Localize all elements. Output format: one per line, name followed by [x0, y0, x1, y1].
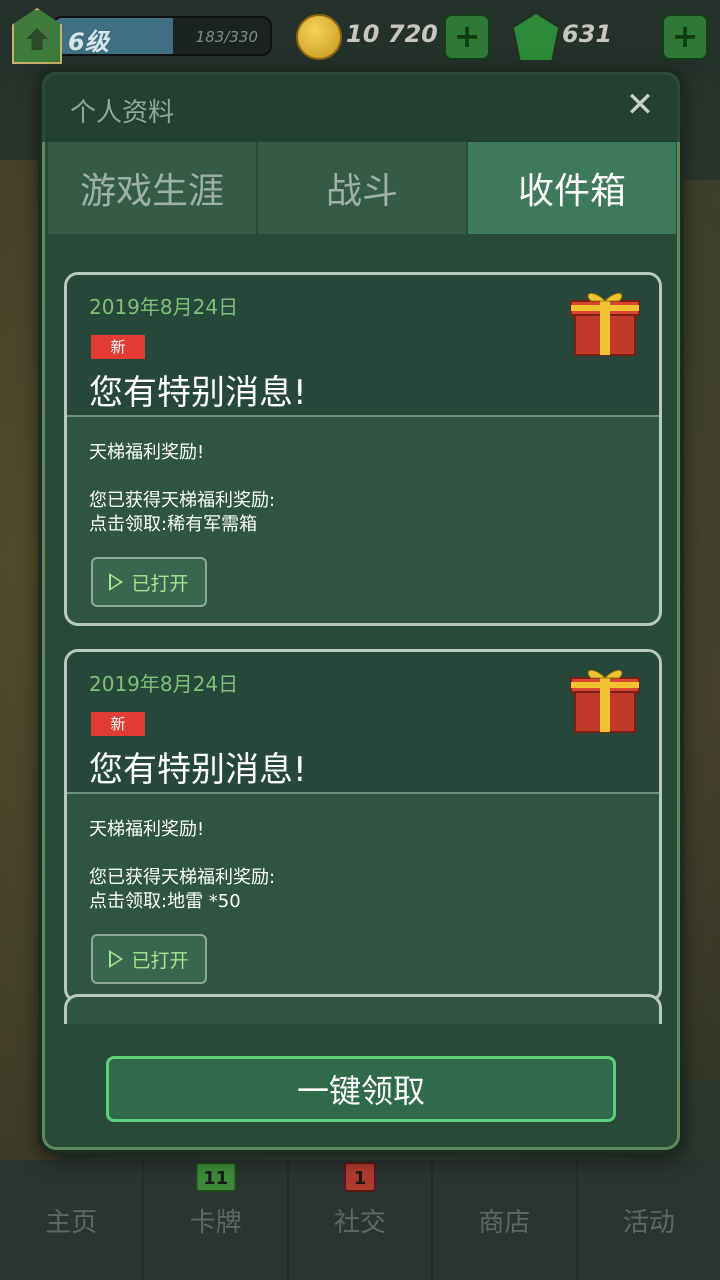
nav-cards-label: 卡牌 — [189, 1207, 242, 1238]
level-label: 6级 — [68, 28, 109, 56]
claim-all-button[interactable]: 一键领取 — [106, 1056, 616, 1122]
play-icon — [109, 573, 124, 591]
add-gems-button[interactable]: + — [662, 14, 708, 60]
gift-box-icon — [570, 293, 640, 356]
tab-battle[interactable]: 战斗 — [258, 142, 468, 234]
message-date: 2019年8月24日 — [89, 295, 239, 319]
message-line: 点击领取:地雷 *50 — [89, 891, 241, 912]
profile-tabs: 游戏生涯 战斗 收件箱 — [48, 142, 676, 234]
gem-icon — [514, 14, 558, 60]
coin-icon — [296, 14, 342, 60]
xp-text: 183/330 — [195, 28, 258, 46]
opened-button-label: 已打开 — [131, 949, 189, 972]
nav-social[interactable]: 1 社交 — [289, 1160, 434, 1280]
new-badge: 新 — [91, 335, 145, 359]
modal-title: 个人资料 — [70, 98, 175, 128]
top-hud: 6级 183/330 10 720 + 631 + — [0, 0, 720, 78]
profile-modal: 个人资料 ✕ 游戏生涯 战斗 收件箱 2019年8月24日 新 您有特别消息! — [38, 68, 684, 1154]
message-title: 您有特别消息! — [89, 373, 307, 413]
coin-amount: 10 720 — [346, 20, 438, 48]
opened-button[interactable]: 已打开 — [91, 934, 207, 984]
bottom-nav: 主页 11 卡牌 1 社交 商店 活动 — [0, 1160, 720, 1280]
inbox-list[interactable]: 2019年8月24日 新 您有特别消息! 天梯福利奖励! 您已获得天梯福利奖励:… — [48, 234, 676, 1024]
message-line: 点击领取:稀有军需箱 — [89, 514, 258, 535]
nav-home-label: 主页 — [45, 1207, 98, 1238]
add-coins-button[interactable]: + — [444, 14, 490, 60]
message-title: 您有特别消息! — [89, 750, 307, 790]
play-icon — [109, 950, 124, 968]
tab-inbox[interactable]: 收件箱 — [468, 142, 676, 234]
opened-button[interactable]: 已打开 — [91, 557, 207, 607]
message-line: 您已获得天梯福利奖励: — [89, 490, 276, 511]
level-rank-icon[interactable] — [12, 8, 62, 64]
nav-shop[interactable]: 商店 — [433, 1160, 578, 1280]
message-line: 您已获得天梯福利奖励: — [89, 867, 276, 888]
message-body: 天梯福利奖励! 您已获得天梯福利奖励: 点击领取:稀有军需箱 — [89, 441, 275, 537]
level-progress-bar[interactable]: 6级 183/330 — [52, 16, 272, 56]
nav-cards-badge: 11 — [195, 1162, 237, 1192]
nav-events-label: 活动 — [622, 1207, 675, 1238]
message-header: 2019年8月24日 新 您有特别消息! — [67, 652, 659, 794]
nav-home[interactable]: 主页 — [0, 1160, 145, 1280]
gem-amount: 631 — [562, 20, 613, 48]
message-header: 2019年8月24日 新 您有特别消息! — [67, 275, 659, 417]
nav-shop-label: 商店 — [478, 1207, 531, 1238]
new-badge: 新 — [91, 712, 145, 736]
message-line: 天梯福利奖励! — [89, 819, 205, 840]
nav-events[interactable]: 活动 — [578, 1160, 720, 1280]
message-body: 天梯福利奖励! 您已获得天梯福利奖励: 点击领取:地雷 *50 — [89, 818, 275, 914]
message-card: 2019年8月24日 新 您有特别消息! 天梯福利奖励! 您已获得天梯福利奖励:… — [64, 272, 662, 626]
opened-button-label: 已打开 — [131, 572, 189, 595]
nav-social-label: 社交 — [334, 1207, 387, 1238]
message-card: 2019年8月24日 新 您有特别消息! 天梯福利奖励! 您已获得天梯福利奖励:… — [64, 649, 662, 1003]
modal-header: 个人资料 ✕ — [42, 72, 680, 142]
close-button[interactable]: ✕ — [622, 88, 658, 124]
nav-social-badge: 1 — [344, 1162, 377, 1192]
nav-cards[interactable]: 11 卡牌 — [144, 1160, 289, 1280]
gift-box-icon — [570, 670, 640, 733]
message-card-partial — [64, 994, 662, 1024]
message-line: 天梯福利奖励! — [89, 442, 205, 463]
tab-career[interactable]: 游戏生涯 — [48, 142, 258, 234]
message-date: 2019年8月24日 — [89, 672, 239, 696]
